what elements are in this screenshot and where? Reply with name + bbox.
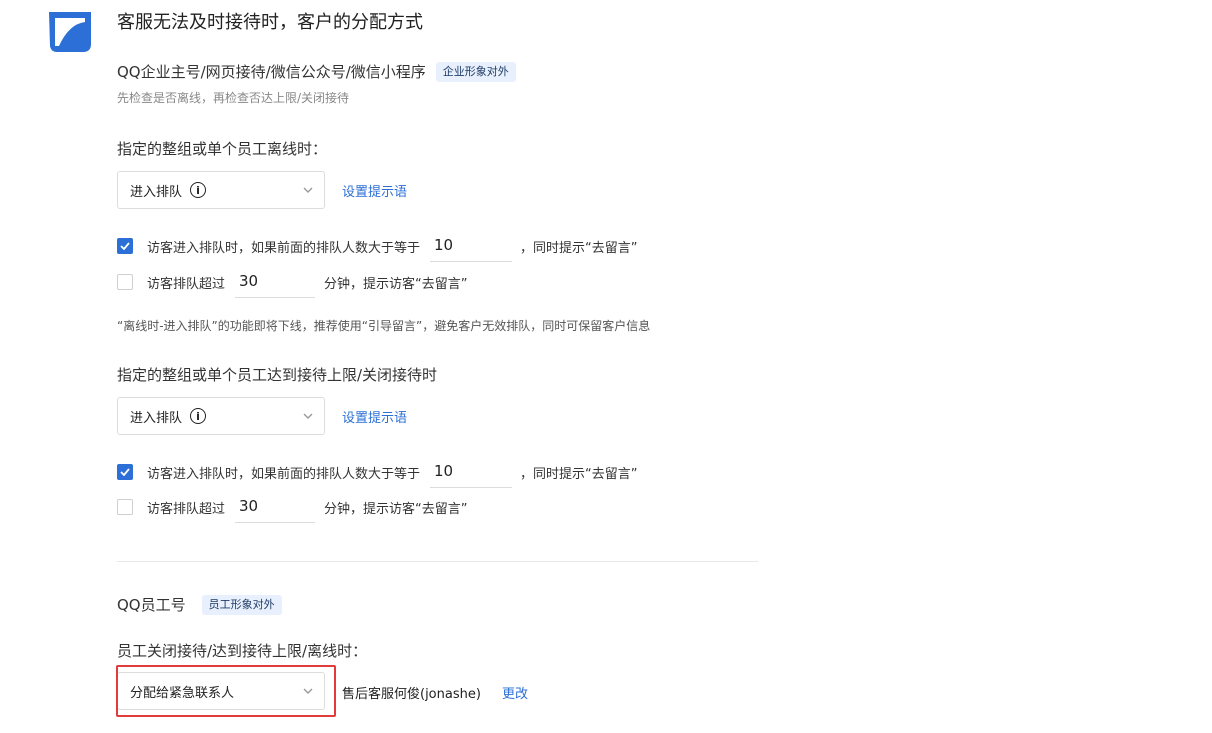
staff-unavailable-label: 员工关闭接待/达到接待上限/离线时： bbox=[117, 642, 368, 660]
offline-mode-select[interactable]: 进入排队 i bbox=[117, 171, 325, 209]
offline-queue-size-text-after: ，同时提示“去留言” bbox=[520, 240, 638, 256]
offline-deprecation-note: “离线时-进入排队”的功能即将下线，推荐使用“引导留言”，避免客户无效排队，同时… bbox=[117, 319, 651, 333]
offline-queue-time-text-before: 访客排队超过 bbox=[147, 276, 226, 292]
offline-queue-size-input[interactable]: 10 bbox=[430, 230, 513, 262]
enterprise-section-heading: QQ企业主号/网页接待/微信公众号/微信小程序 企业形象对外 bbox=[117, 61, 516, 82]
change-contact-link[interactable]: 更改 bbox=[502, 683, 528, 702]
app-logo-icon bbox=[49, 12, 91, 52]
limit-queue-time-option: 访客排队超过 30 分钟，提示访客“去留言” bbox=[117, 491, 468, 523]
chevron-down-icon bbox=[303, 187, 313, 193]
limit-select-value: 进入排队 bbox=[130, 410, 183, 426]
offline-queue-time-input[interactable]: 30 bbox=[235, 266, 316, 298]
staff-section-heading: QQ员工号 员工形象对外 bbox=[117, 594, 282, 615]
staff-heading-text: QQ员工号 bbox=[117, 596, 186, 614]
limit-queue-time-input[interactable]: 30 bbox=[235, 491, 316, 523]
staff-image-tag: 员工形象对外 bbox=[201, 594, 282, 615]
offline-queue-time-checkbox[interactable] bbox=[117, 274, 133, 290]
limit-queue-size-text-before: 访客进入排队时，如果前面的排队人数大于等于 bbox=[147, 466, 421, 482]
limit-mode-select[interactable]: 进入排队 i bbox=[117, 397, 325, 435]
offline-queue-size-checkbox[interactable] bbox=[117, 238, 133, 254]
limit-label: 指定的整组或单个员工达到接待上限/关闭接待时 bbox=[117, 366, 438, 384]
limit-queue-size-option: 访客进入排队时，如果前面的排队人数大于等于 10 ，同时提示“去留言” bbox=[117, 456, 638, 488]
limit-queue-time-text-before: 访客排队超过 bbox=[147, 501, 226, 517]
offline-queue-time-text-after: 分钟，提示访客“去留言” bbox=[324, 276, 468, 292]
info-icon[interactable]: i bbox=[190, 408, 207, 424]
offline-select-value: 进入排队 bbox=[130, 184, 183, 200]
staff-assign-select[interactable]: 分配给紧急联系人 bbox=[117, 672, 325, 710]
staff-select-value: 分配给紧急联系人 bbox=[130, 685, 235, 701]
chevron-down-icon bbox=[303, 688, 313, 694]
check-icon bbox=[120, 468, 130, 476]
enterprise-image-tag: 企业形象对外 bbox=[435, 61, 516, 82]
info-icon[interactable]: i bbox=[190, 182, 207, 198]
enterprise-hint: 先检查是否离线，再检查否达上限/关闭接待 bbox=[117, 91, 350, 105]
check-icon bbox=[120, 242, 130, 250]
limit-queue-size-input[interactable]: 10 bbox=[430, 456, 513, 488]
limit-queue-time-text-after: 分钟，提示访客“去留言” bbox=[324, 501, 468, 517]
limit-queue-time-checkbox[interactable] bbox=[117, 499, 133, 515]
limit-queue-size-text-after: ，同时提示“去留言” bbox=[520, 466, 638, 482]
emergency-contact-name: 售后客服何俊(jonashe) bbox=[342, 687, 481, 702]
limit-set-prompt-link[interactable]: 设置提示语 bbox=[342, 407, 407, 426]
offline-label: 指定的整组或单个员工离线时： bbox=[117, 140, 328, 158]
offline-queue-size-option: 访客进入排队时，如果前面的排队人数大于等于 10 ，同时提示“去留言” bbox=[117, 230, 638, 262]
page-title: 客服无法及时接待时，客户的分配方式 bbox=[117, 12, 423, 33]
chevron-down-icon bbox=[303, 413, 313, 419]
offline-set-prompt-link[interactable]: 设置提示语 bbox=[342, 181, 407, 200]
section-divider bbox=[117, 561, 758, 562]
offline-queue-time-option: 访客排队超过 30 分钟，提示访客“去留言” bbox=[117, 266, 468, 298]
limit-queue-size-checkbox[interactable] bbox=[117, 464, 133, 480]
enterprise-heading-text: QQ企业主号/网页接待/微信公众号/微信小程序 bbox=[117, 63, 426, 81]
offline-queue-size-text-before: 访客进入排队时，如果前面的排队人数大于等于 bbox=[147, 240, 421, 256]
